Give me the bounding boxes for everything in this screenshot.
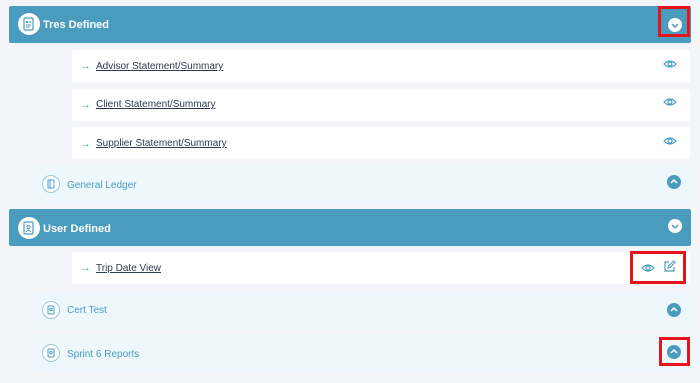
- arrow-right-icon: →: [80, 138, 91, 150]
- arrow-right-icon: →: [80, 60, 91, 72]
- report-link[interactable]: Client Statement/Summary: [96, 98, 216, 111]
- report-link[interactable]: Advisor Statement/Summary: [96, 60, 223, 73]
- group-header-user-defined[interactable]: User Defined: [9, 209, 691, 246]
- subgroup-cert-test[interactable]: Cert Test: [33, 292, 691, 329]
- chevron-up-icon[interactable]: [667, 303, 681, 317]
- chevron-down-icon[interactable]: [668, 219, 682, 233]
- subgroup-title: General Ledger: [67, 180, 137, 191]
- eye-icon[interactable]: [663, 136, 677, 146]
- user-document-icon: [18, 217, 40, 239]
- arrow-right-icon: →: [80, 99, 91, 111]
- eye-icon[interactable]: [663, 97, 677, 107]
- eye-icon[interactable]: [663, 59, 677, 69]
- report-row[interactable]: → Client Statement/Summary: [72, 89, 690, 121]
- report-row[interactable]: → Trip Date View: [72, 252, 690, 284]
- subgroup-sprint-6-reports[interactable]: Sprint 6 Reports: [33, 335, 691, 372]
- ledger-icon: [42, 175, 60, 193]
- badge-icon: [42, 301, 60, 319]
- subgroup-title: Sprint 6 Reports: [67, 349, 140, 360]
- edit-icon[interactable]: [663, 260, 676, 273]
- chevron-up-icon[interactable]: [667, 345, 681, 359]
- arrow-right-icon: →: [80, 262, 91, 274]
- report-row[interactable]: → Advisor Statement/Summary: [72, 50, 690, 82]
- eye-icon[interactable]: [641, 263, 655, 273]
- document-chart-icon: [18, 13, 40, 35]
- report-row[interactable]: → Supplier Statement/Summary: [72, 127, 690, 159]
- group-header-tres-defined[interactable]: Tres Defined: [9, 6, 691, 43]
- chevron-down-icon[interactable]: [668, 18, 682, 32]
- subgroup-general-ledger[interactable]: General Ledger: [33, 166, 691, 203]
- report-link[interactable]: Supplier Statement/Summary: [96, 137, 227, 150]
- subgroup-title: Cert Test: [67, 305, 107, 316]
- group-title: User Defined: [43, 223, 111, 235]
- report-link[interactable]: Trip Date View: [96, 262, 161, 275]
- chevron-up-icon[interactable]: [667, 175, 681, 189]
- badge-icon: [42, 344, 60, 362]
- group-title: Tres Defined: [43, 19, 110, 31]
